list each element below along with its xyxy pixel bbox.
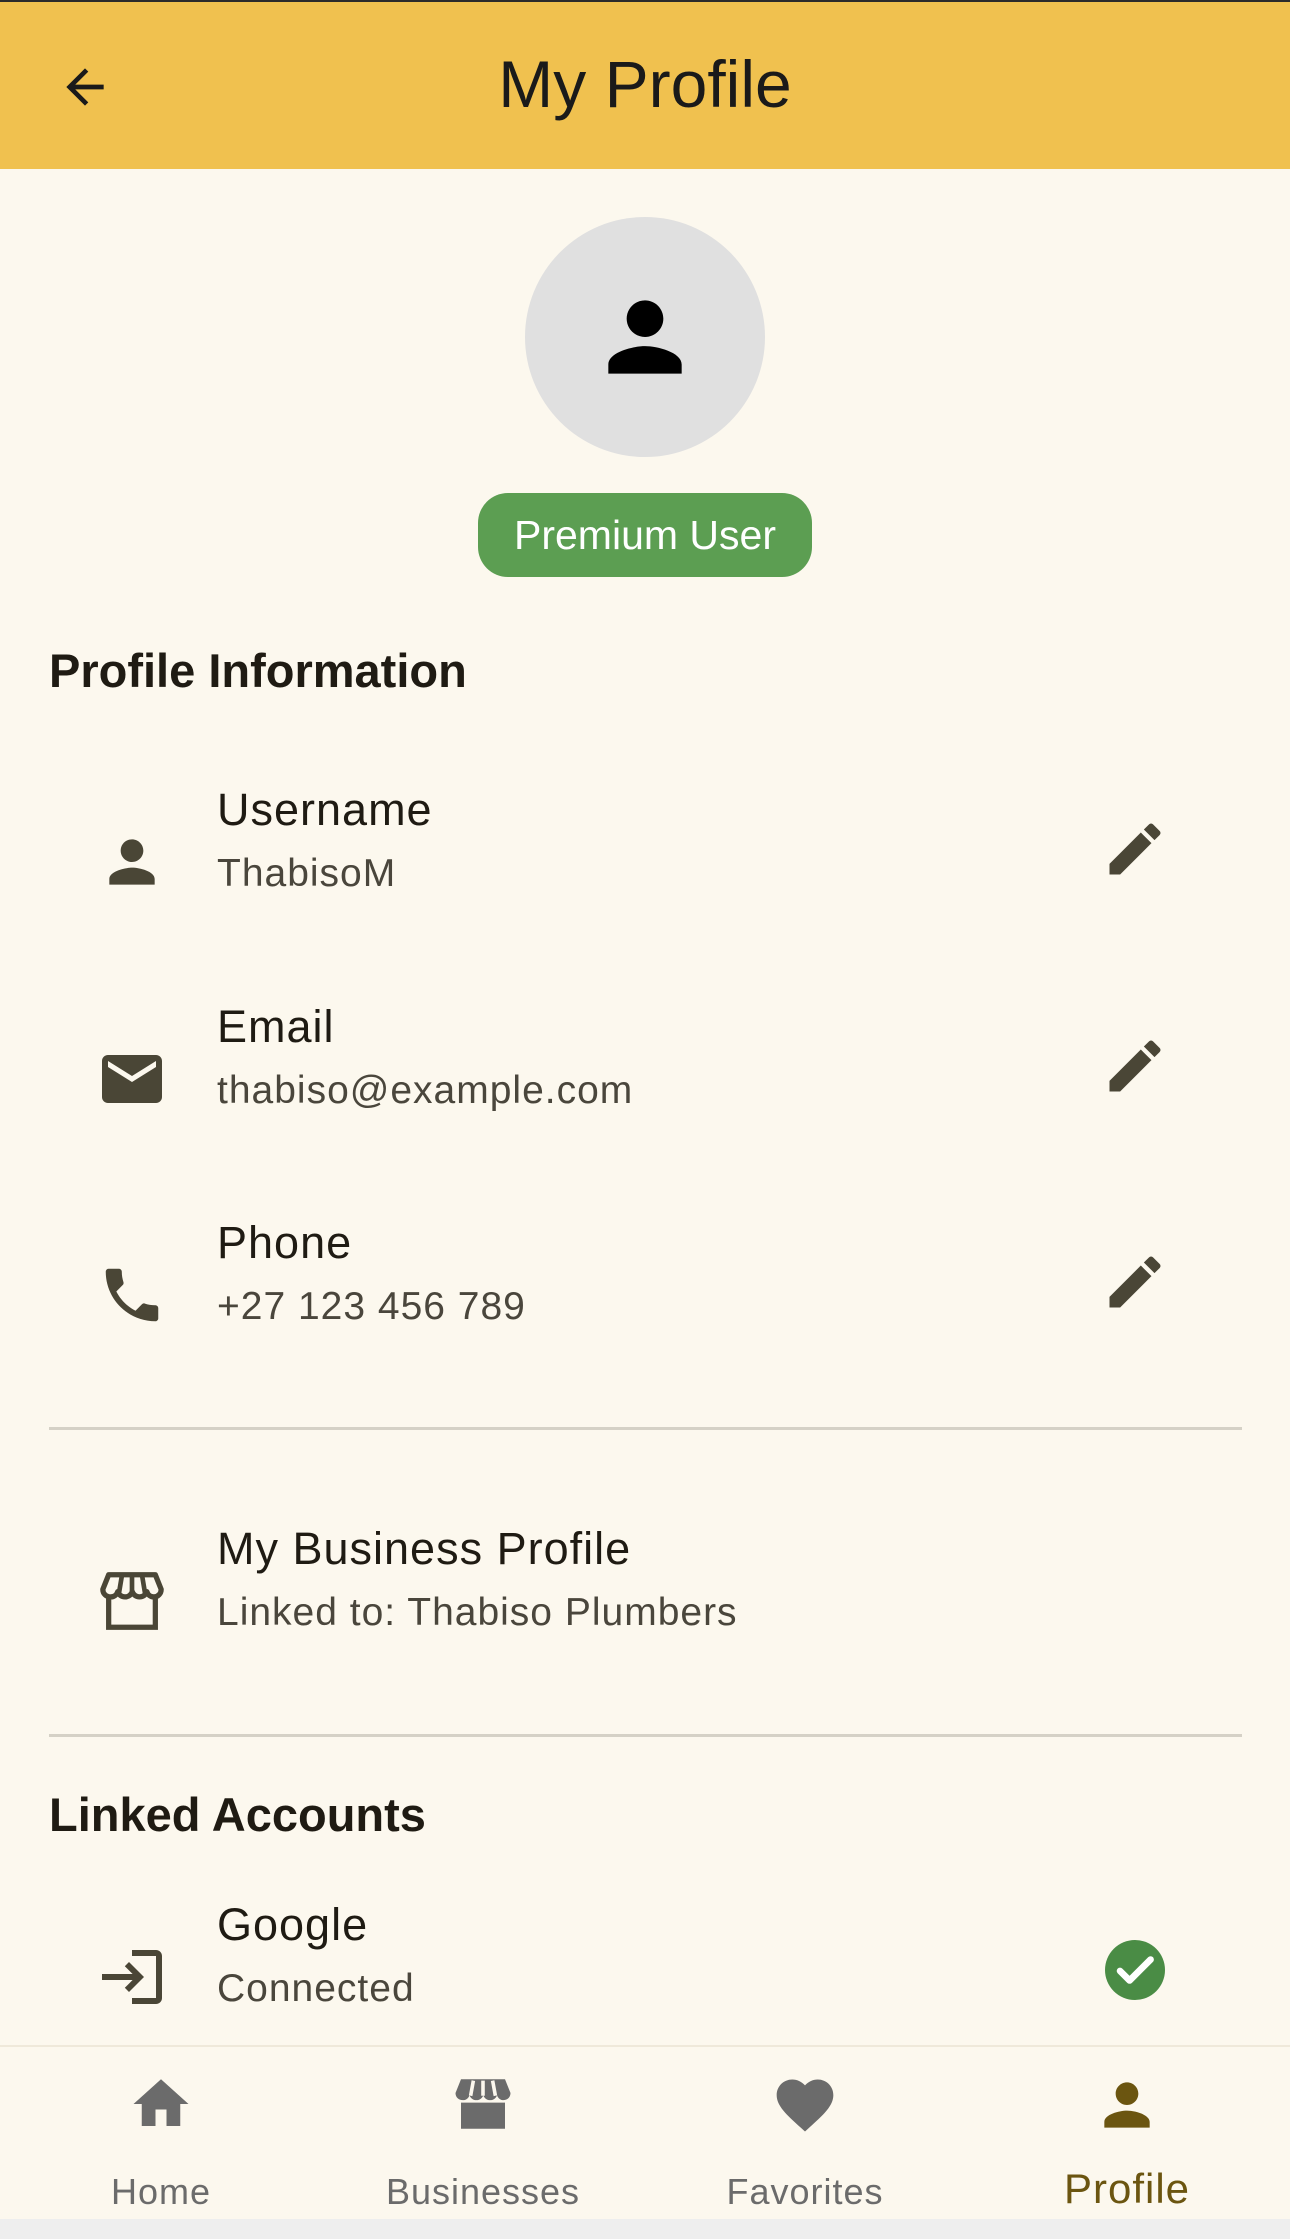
business-profile-value: Linked to: Thabiso Plumbers [217,1591,738,1634]
phone-value: +27 123 456 789 [217,1285,526,1328]
system-gesture-bar [0,2219,1290,2239]
nav-favorites-label: Favorites [726,2171,884,2212]
business-profile-title: My Business Profile [217,1523,632,1574]
google-status: Connected [217,1967,415,2010]
phone-label: Phone [217,1217,353,1268]
nav-profile[interactable]: Profile [966,2047,1288,2221]
phone-row[interactable]: Phone +27 123 456 789 [0,1217,1290,1387]
google-account-row[interactable]: Google Connected [0,1899,1290,2069]
email-label: Email [217,1001,335,1052]
heart-icon [644,2071,966,2139]
login-icon [92,1937,172,2017]
phone-icon [92,1255,172,1335]
avatar[interactable] [525,217,765,457]
nav-businesses[interactable]: Businesses [322,2047,644,2221]
person-icon [92,822,172,902]
mail-icon [92,1039,172,1119]
check-circle-icon [1090,1925,1180,2015]
page-title: My Profile [498,47,792,121]
nav-home[interactable]: Home [0,2047,322,2221]
username-label: Username [217,784,433,835]
divider [49,1427,1242,1430]
nav-home-label: Home [110,2171,212,2212]
nav-favorites[interactable]: Favorites [644,2047,966,2221]
username-row[interactable]: Username ThabisoM [0,784,1290,954]
linked-accounts-heading: Linked Accounts [49,1788,426,1841]
email-row[interactable]: Email thabiso@example.com [0,1001,1290,1171]
person-icon [608,300,682,374]
edit-icon[interactable] [1090,1021,1180,1111]
store-icon [322,2071,644,2137]
edit-icon[interactable] [1090,1237,1180,1327]
edit-icon[interactable] [1090,804,1180,894]
profile-information-heading: Profile Information [49,644,467,697]
person-icon [966,2071,1288,2139]
app-bar: My Profile [0,0,1290,169]
bottom-navigation: Home Businesses Favorites Profile [0,2045,1290,2221]
google-label: Google [217,1899,369,1950]
store-icon [92,1561,172,1641]
nav-businesses-label: Businesses [385,2171,581,2212]
business-profile-row[interactable]: My Business Profile Linked to: Thabiso P… [0,1523,1290,1693]
home-icon [0,2071,322,2137]
email-value: thabiso@example.com [217,1069,634,1112]
username-value: ThabisoM [217,852,397,895]
nav-profile-label: Profile [1063,2165,1191,2212]
divider [49,1734,1242,1737]
premium-badge: Premium User [478,493,812,577]
